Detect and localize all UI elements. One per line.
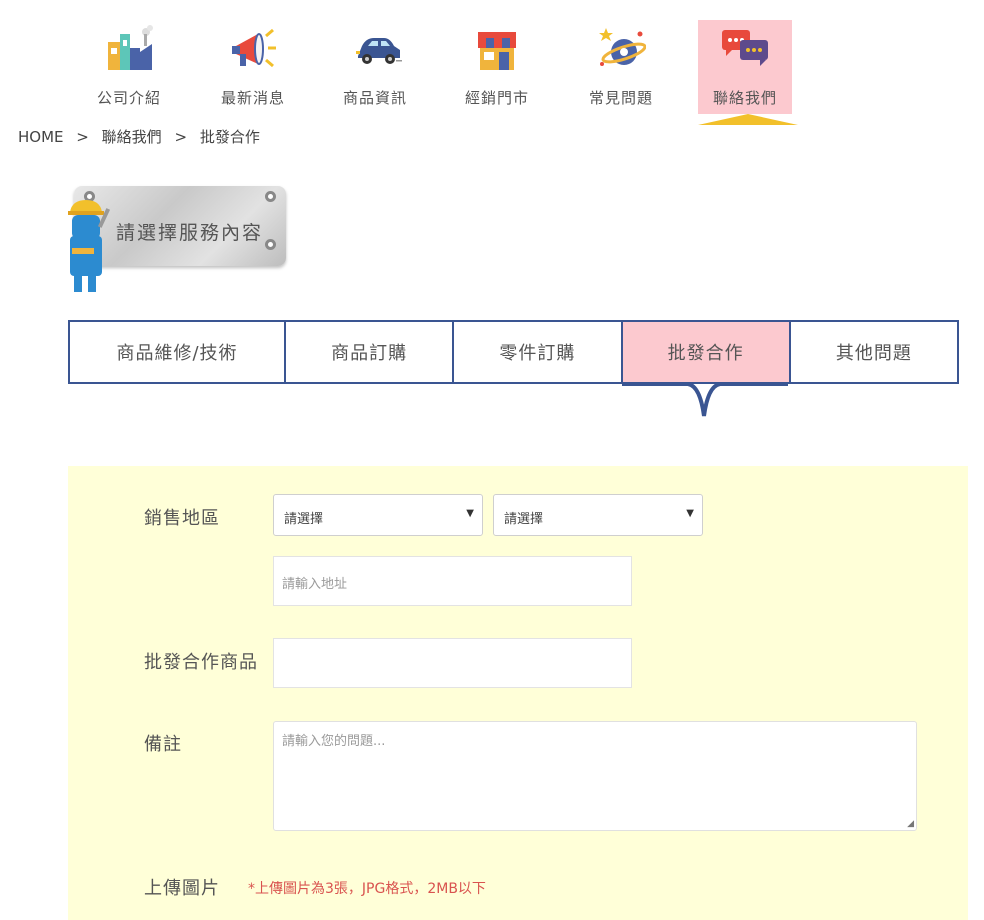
breadcrumb-home[interactable]: HOME bbox=[18, 128, 64, 146]
nav-item-products[interactable]: 商品資訊 bbox=[328, 20, 422, 114]
nav-item-contact[interactable]: 聯絡我們 bbox=[698, 20, 798, 125]
nav-item-news[interactable]: 最新消息 bbox=[206, 20, 300, 114]
notes-placeholder: 請輸入您的問題... bbox=[282, 734, 386, 749]
nav-item-stores[interactable]: 經銷門市 bbox=[450, 20, 544, 114]
tab-product-order[interactable]: 商品訂購 bbox=[286, 322, 455, 382]
tab-wholesale[interactable]: 批發合作 bbox=[622, 322, 791, 382]
breadcrumb-separator: > bbox=[174, 128, 188, 146]
worker-icon bbox=[68, 200, 111, 292]
nav-label: 常見問題 bbox=[588, 89, 653, 107]
nav-label: 聯絡我們 bbox=[712, 89, 777, 107]
breadcrumb-contact[interactable]: 聯絡我們 bbox=[102, 128, 162, 146]
dropdown-caret-icon: ▼ bbox=[686, 508, 694, 519]
product-label: 批發合作商品 bbox=[144, 652, 258, 673]
nav-label: 公司介紹 bbox=[96, 89, 161, 107]
notes-label: 備註 bbox=[144, 734, 182, 755]
breadcrumb-separator: > bbox=[76, 128, 89, 146]
breadcrumb-current: 批發合作 bbox=[199, 128, 260, 146]
district-select[interactable]: 請選擇 ▼ bbox=[493, 494, 703, 536]
city-select-value: 請選擇 bbox=[284, 512, 324, 527]
tab-repair-tech[interactable]: 商品維修/技術 bbox=[70, 322, 286, 382]
product-input[interactable] bbox=[273, 638, 632, 688]
chat-bubbles-icon bbox=[722, 30, 768, 66]
planet-icon bbox=[599, 28, 646, 66]
district-select-value: 請選擇 bbox=[504, 512, 544, 527]
megaphone-icon bbox=[232, 28, 276, 68]
notes-textarea[interactable]: 請輸入您的問題... ◢ bbox=[273, 721, 917, 831]
service-tabs: 商品維修/技術 商品訂購 零件訂購 批發合作 其他問題 bbox=[68, 320, 959, 384]
dropdown-caret-icon: ▼ bbox=[466, 508, 474, 519]
breadcrumb: HOME > 聯絡我們 > 批發合作 bbox=[18, 126, 268, 147]
upload-note: *上傳圖片為3張，JPG格式，2MB以下 bbox=[248, 881, 486, 897]
nav-label: 商品資訊 bbox=[342, 89, 407, 107]
wholesale-form: 銷售地區 請選擇 ▼ 請選擇 ▼ 請輸入地址 批發合作商品 備註 請輸入您的問題… bbox=[68, 466, 968, 920]
tab-parts-order[interactable]: 零件訂購 bbox=[454, 322, 623, 382]
bolt-icon bbox=[265, 239, 276, 250]
factory-icon bbox=[108, 25, 153, 70]
address-input[interactable]: 請輸入地址 bbox=[273, 556, 632, 606]
resize-handle-icon[interactable]: ◢ bbox=[907, 819, 914, 829]
address-placeholder: 請輸入地址 bbox=[282, 577, 348, 592]
upload-label: 上傳圖片 bbox=[144, 878, 220, 899]
city-select[interactable]: 請選擇 ▼ bbox=[273, 494, 483, 536]
tab-other[interactable]: 其他問題 bbox=[791, 322, 957, 382]
service-plate: 請選擇服務內容 bbox=[64, 184, 290, 296]
top-nav: 公司介紹 最新消息 商品資訊 經銷門市 常見問題 聯絡我們 bbox=[0, 0, 984, 126]
store-icon bbox=[478, 32, 516, 70]
nav-label: 經銷門市 bbox=[464, 89, 529, 107]
nav-item-company[interactable]: 公司介紹 bbox=[82, 20, 176, 114]
active-tab-pointer bbox=[622, 382, 788, 417]
nav-item-faq[interactable]: 常見問題 bbox=[574, 20, 668, 114]
nav-label: 最新消息 bbox=[220, 89, 285, 107]
region-label: 銷售地區 bbox=[144, 508, 220, 529]
car-icon bbox=[356, 38, 402, 64]
nav-active-indicator bbox=[698, 114, 798, 125]
bolt-icon bbox=[265, 191, 276, 202]
plate-title: 請選擇服務內容 bbox=[116, 222, 264, 244]
